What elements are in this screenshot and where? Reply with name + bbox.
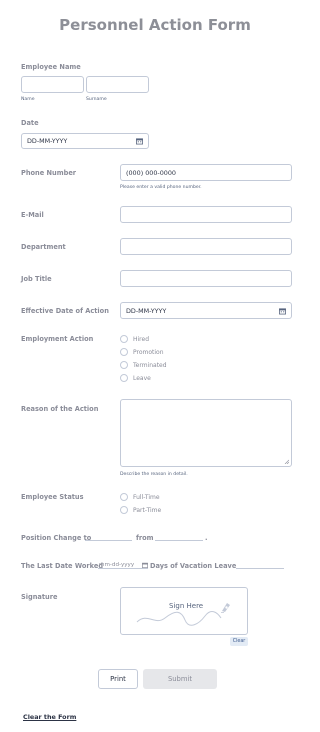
signature-label: Signature [21, 593, 58, 601]
position-change-from-input[interactable] [155, 533, 203, 541]
effective-date-input[interactable]: DD-MM-YYYY [120, 302, 292, 319]
radio-option-hired[interactable]: Hired [120, 334, 149, 344]
vacation-leave-input[interactable] [236, 561, 284, 569]
pen-icon [221, 603, 230, 613]
phone-hint: Please enter a valid phone number. [120, 185, 202, 190]
last-date-worked-label: The Last Date Worked [21, 562, 104, 570]
print-button[interactable]: Print [98, 669, 138, 689]
submit-button[interactable]: Submit [143, 669, 217, 689]
reason-label: Reason of the Action [21, 405, 99, 413]
last-name-sublabel: Surname [86, 97, 107, 102]
first-name-sublabel: Name [21, 97, 35, 102]
effective-date-label: Effective Date of Action [21, 307, 109, 315]
department-label: Department [21, 243, 66, 251]
first-name-input[interactable] [21, 76, 84, 93]
reason-textarea[interactable] [120, 399, 292, 467]
radio-button[interactable] [120, 506, 128, 514]
radio-button[interactable] [120, 374, 128, 382]
employee-status-label: Employee Status [21, 493, 84, 501]
radio-option-leave[interactable]: Leave [120, 373, 151, 383]
radio-option-promotion[interactable]: Promotion [120, 347, 164, 357]
clear-signature-button[interactable]: Clear [230, 637, 248, 646]
position-change-to-input[interactable] [85, 533, 132, 541]
resize-handle-icon[interactable] [284, 459, 289, 464]
employment-action-label: Employment Action [21, 335, 94, 343]
radio-option-part-time[interactable]: Part-Time [120, 505, 161, 515]
radio-option-terminated[interactable]: Terminated [120, 360, 167, 370]
department-input[interactable] [120, 238, 292, 255]
email-label: E-Mail [21, 211, 44, 219]
employee-name-label: Employee Name [21, 63, 81, 71]
position-change-from-label: from [136, 534, 154, 542]
last-date-worked-input[interactable]: mm-dd-yyyy [98, 561, 148, 569]
position-change-period: . [205, 534, 208, 542]
radio-button[interactable] [120, 335, 128, 343]
calendar-icon[interactable] [142, 562, 148, 568]
job-title-input[interactable] [120, 270, 292, 287]
date-input[interactable]: DD-MM-YYYY [21, 133, 149, 149]
calendar-icon[interactable] [136, 138, 143, 145]
position-change-label: Position Change to [21, 534, 92, 542]
radio-button[interactable] [120, 361, 128, 369]
phone-label: Phone Number [21, 169, 77, 177]
phone-input[interactable]: (000) 000-0000 [120, 164, 292, 181]
form-title: Personnel Action Form [59, 16, 251, 34]
radio-button[interactable] [120, 493, 128, 501]
radio-option-full-time[interactable]: Full-Time [120, 492, 160, 502]
clear-form-link[interactable]: Clear the Form [23, 713, 76, 721]
reason-hint: Describe the reason in detail. [120, 472, 188, 477]
radio-button[interactable] [120, 348, 128, 356]
email-input[interactable] [120, 206, 292, 223]
signature-pad[interactable]: Sign Here [120, 587, 248, 635]
last-name-input[interactable] [86, 76, 149, 93]
vacation-leave-label: Days of Vacation Leave [150, 562, 237, 570]
job-title-label: Job Title [21, 275, 52, 283]
calendar-icon[interactable] [279, 307, 286, 314]
date-label: Date [21, 119, 39, 127]
